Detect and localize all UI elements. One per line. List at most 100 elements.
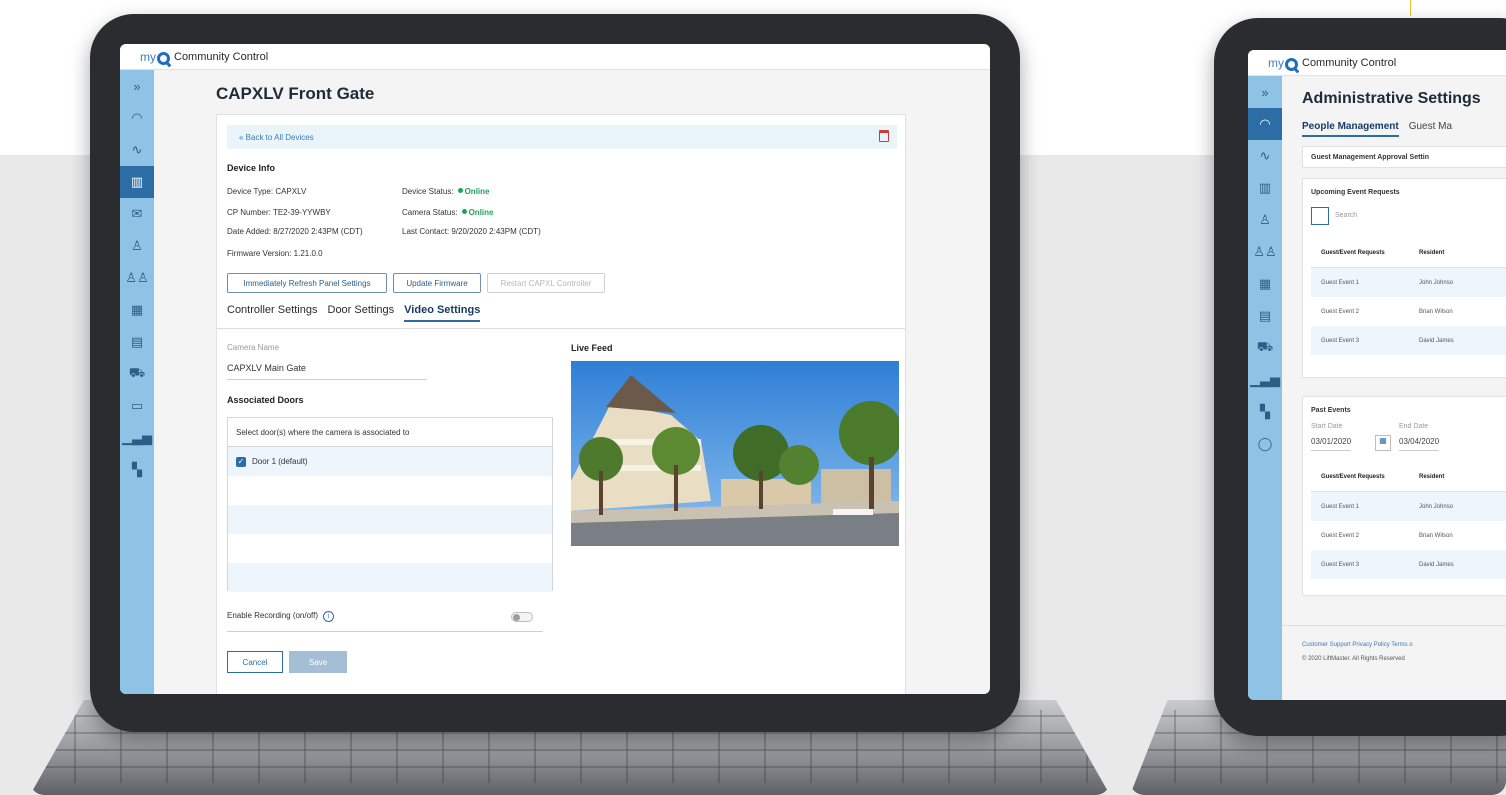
column-header[interactable]: Resident	[1419, 474, 1444, 480]
table-row[interactable]: Guest Event 3 David James	[1311, 550, 1506, 579]
logo-q-icon	[157, 52, 170, 65]
checkbox-checked-icon[interactable]: ✓	[236, 456, 246, 467]
restart-controller-button[interactable]: Restart CAPXL Controller	[487, 273, 605, 293]
device-status: Device Status: Online	[402, 187, 489, 196]
expand-icon[interactable]: »	[120, 70, 154, 102]
report-icon[interactable]: ▁▃▅	[1248, 364, 1282, 396]
back-link[interactable]: « Back to All Devices	[239, 133, 314, 142]
cell-resident: Brian Wilson	[1419, 532, 1453, 539]
chat-icon[interactable]: ◯	[1248, 428, 1282, 460]
tab-door-settings[interactable]: Door Settings	[328, 304, 395, 322]
cell-event: Guest Event 1	[1321, 279, 1360, 286]
id-card-icon[interactable]: ▤	[1248, 300, 1282, 332]
settings-tabs: Controller Settings Door Settings Video …	[227, 304, 481, 322]
tab-video-settings[interactable]: Video Settings	[404, 304, 481, 322]
page-title: Administrative Settings	[1302, 90, 1481, 107]
camera-name-label: Camera Name	[227, 343, 280, 352]
empty-row	[228, 563, 552, 592]
person-icon[interactable]: ♙	[1248, 204, 1282, 236]
info-icon[interactable]: i	[323, 611, 335, 622]
doors-instruction: Select door(s) where the camera is assoc…	[228, 418, 552, 447]
activity-icon[interactable]: ∿	[1248, 140, 1282, 172]
community-icon[interactable]: ▚	[1248, 396, 1282, 428]
empty-row	[228, 505, 552, 534]
camera-status: Camera Status: Online	[402, 208, 493, 217]
footer-links[interactable]: Customer Support Privacy Policy Terms o	[1302, 642, 1413, 648]
building-icon[interactable]: ▥	[1248, 172, 1282, 204]
report-icon[interactable]: ▁▃▅	[120, 422, 154, 454]
tablet-right: my Community Control » ◠ ∿ ▥ ♙ ♙♙ ▦ ▤ ⛟ …	[1214, 18, 1506, 736]
vehicle-icon[interactable]: ⛟	[120, 358, 154, 390]
door-label: Door 1 (default)	[252, 457, 308, 466]
id-card-icon[interactable]: ▤	[120, 326, 154, 358]
cell-resident: David James	[1419, 337, 1454, 344]
camera-name-input[interactable]: CAPXLV Main Gate	[227, 363, 427, 380]
mail-icon[interactable]: ✉	[120, 198, 154, 230]
camera-status-value: Online	[468, 208, 494, 217]
calendar-icon[interactable]: ▦	[120, 294, 154, 326]
tab-people-management[interactable]: People Management	[1302, 121, 1399, 137]
person-icon[interactable]: ♙	[120, 230, 154, 262]
recording-toggle[interactable]	[511, 612, 533, 622]
start-date-input[interactable]: 03/01/2020	[1311, 437, 1352, 451]
table-row[interactable]: Guest Event 2 Brian Wilson	[1311, 297, 1506, 326]
people-icon[interactable]: ♙♙	[1248, 236, 1282, 268]
cancel-button[interactable]: Cancel	[227, 651, 283, 673]
column-header[interactable]: Resident	[1419, 250, 1444, 256]
table-row[interactable]: Guest Event 1 John Johnso	[1311, 492, 1506, 521]
enable-recording-row: Enable Recording (on/off) i	[227, 611, 335, 622]
start-date-label: Start Date	[1311, 423, 1343, 430]
activity-icon[interactable]: ∿	[120, 134, 154, 166]
cell-resident: John Johnso	[1419, 279, 1454, 286]
footer-divider	[1282, 625, 1506, 626]
calendar-icon[interactable]: ▦	[1248, 268, 1282, 300]
associated-doors-list: Select door(s) where the camera is assoc…	[227, 417, 553, 592]
save-button[interactable]: Save	[289, 651, 347, 673]
door-option[interactable]: ✓ Door 1 (default)	[228, 447, 552, 476]
copyright: © 2020 LiftMaster. All Rights Reserved	[1302, 656, 1405, 662]
dashboard-icon[interactable]: ◠	[1248, 108, 1282, 140]
live-feed-image	[571, 361, 899, 546]
table-row[interactable]: Guest Event 1 John Johnso	[1311, 268, 1506, 297]
device-card: « Back to All Devices Device Info Device…	[216, 114, 906, 694]
logo-my: my	[140, 49, 156, 64]
table-row[interactable]: Guest Event 2 Brian Wilson	[1311, 521, 1506, 550]
card-icon[interactable]: ▭	[120, 390, 154, 422]
expand-icon[interactable]: »	[1248, 76, 1282, 108]
admin-tabs: People Management Guest Ma	[1302, 121, 1452, 137]
cell-event: Guest Event 2	[1321, 532, 1360, 539]
community-icon[interactable]: ▚	[120, 454, 154, 486]
end-date-input[interactable]: 03/04/2020	[1399, 437, 1440, 451]
search-icon[interactable]	[1311, 207, 1329, 225]
building-icon[interactable]: ▥	[120, 166, 154, 198]
table-header: Guest/Event Requests Resident	[1311, 463, 1506, 492]
cell-event: Guest Event 2	[1321, 308, 1360, 315]
back-bar: « Back to All Devices	[227, 125, 897, 149]
app-name: Community Control	[174, 50, 269, 63]
tab-guest-management[interactable]: Guest Ma	[1409, 121, 1452, 137]
table-row[interactable]: Guest Event 3 David James	[1311, 326, 1506, 355]
sidebar-rail: » ◠ ∿ ▥ ✉ ♙ ♙♙ ▦ ▤ ⛟ ▭ ▁▃▅ ▚	[120, 70, 154, 694]
firmware-version: Firmware Version: 1.21.0.0	[227, 249, 323, 258]
past-events-card: Past Events Start Date 03/01/2020 ▦ End …	[1302, 396, 1506, 596]
column-header[interactable]: Guest/Event Requests	[1311, 474, 1419, 480]
cell-event: Guest Event 3	[1321, 561, 1360, 568]
app-header: my Community Control	[1248, 50, 1506, 76]
app-header: my Community Control	[120, 44, 990, 70]
trash-icon[interactable]	[879, 130, 889, 142]
vehicle-icon[interactable]: ⛟	[1248, 332, 1282, 364]
device-info-heading: Device Info	[227, 163, 276, 173]
calendar-icon[interactable]: ▦	[1375, 435, 1391, 451]
dashboard-icon[interactable]: ◠	[120, 102, 154, 134]
update-firmware-button[interactable]: Update Firmware	[393, 273, 481, 293]
refresh-panel-button[interactable]: Immediately Refresh Panel Settings	[227, 273, 387, 293]
enable-recording-label: Enable Recording (on/off)	[227, 611, 319, 620]
search-input[interactable]: Search	[1335, 212, 1357, 219]
logo-my: my	[1268, 55, 1284, 70]
people-icon[interactable]: ♙♙	[120, 262, 154, 294]
recording-divider	[227, 631, 543, 632]
column-header[interactable]: Guest/Event Requests	[1311, 250, 1419, 256]
cell-resident: Brian Wilson	[1419, 308, 1453, 315]
tab-controller-settings[interactable]: Controller Settings	[227, 304, 318, 322]
approval-settings-row[interactable]: Guest Management Approval Settin	[1302, 146, 1506, 168]
